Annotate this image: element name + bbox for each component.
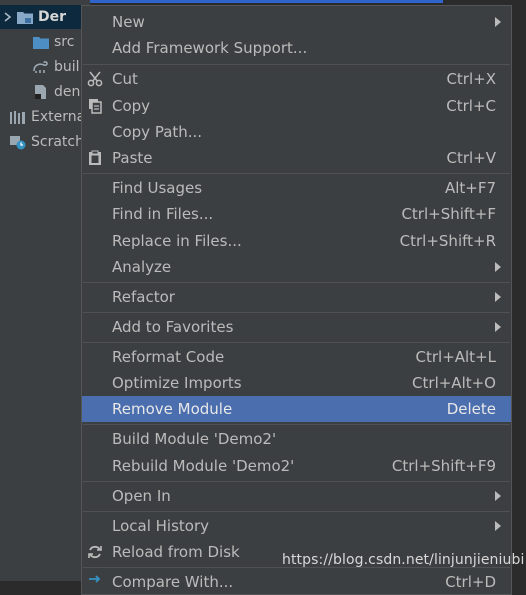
tree-item-label: buil bbox=[54, 59, 80, 75]
menu-item-label: Cut bbox=[112, 70, 138, 88]
menu-item-shortcut: Ctrl+Shift+F bbox=[401, 205, 496, 223]
menu-item-shortcut: Alt+F7 bbox=[444, 179, 496, 197]
tree-item-label: src bbox=[54, 34, 75, 50]
tree-root-node[interactable]: Der bbox=[0, 5, 90, 29]
menu-item-label: New bbox=[112, 13, 145, 31]
watermark-text: https://blog.csdn.net/linjunjieniubi bbox=[282, 552, 525, 568]
tree-item-scratches[interactable]: Scratch bbox=[9, 130, 84, 154]
tree-item-src[interactable]: src bbox=[32, 30, 74, 54]
folder-icon bbox=[32, 34, 50, 50]
module-folder-icon bbox=[16, 9, 34, 25]
menu-item-label: Reformat Code bbox=[112, 348, 225, 366]
menu-item-cut[interactable]: Cut Ctrl+X bbox=[82, 66, 511, 92]
menu-item-label: Build Module 'Demo2' bbox=[112, 430, 277, 448]
menu-item-label: Remove Module bbox=[112, 400, 233, 418]
gradle-icon bbox=[32, 59, 50, 75]
tree-root-label: Der bbox=[38, 9, 67, 25]
project-tree: Der src buil den Externa Scratch bbox=[0, 0, 90, 581]
tree-item-label: Scratch bbox=[31, 134, 84, 150]
menu-separator bbox=[83, 481, 510, 482]
menu-item-label: Find Usages bbox=[112, 179, 203, 197]
menu-item-label: Add Framework Support... bbox=[112, 39, 308, 57]
menu-item-label: Reload from Disk bbox=[112, 543, 240, 561]
menu-item-shortcut: Ctrl+V bbox=[446, 149, 496, 167]
menu-item-copy[interactable]: Copy Ctrl+C bbox=[82, 93, 511, 119]
menu-item-label: Rebuild Module 'Demo2' bbox=[112, 457, 295, 475]
menu-item-shortcut: Delete bbox=[446, 400, 496, 418]
submenu-arrow-icon bbox=[495, 262, 501, 272]
menu-item-replace-in-files[interactable]: Replace in Files... Ctrl+Shift+R bbox=[82, 228, 511, 254]
menu-item-label: Copy bbox=[112, 97, 151, 115]
menu-item-new[interactable]: New bbox=[82, 9, 511, 35]
menu-item-open-in[interactable]: Open In bbox=[82, 483, 511, 509]
menu-item-reformat-code[interactable]: Reformat Code Ctrl+Alt+L bbox=[82, 344, 511, 370]
submenu-arrow-icon bbox=[495, 292, 501, 302]
menu-item-shortcut: Ctrl+Shift+F9 bbox=[391, 457, 496, 475]
submenu-arrow-icon bbox=[495, 521, 501, 531]
context-menu: New Add Framework Support... Cut Ctrl+X … bbox=[81, 5, 512, 595]
menu-item-paste[interactable]: Paste Ctrl+V bbox=[82, 145, 511, 171]
menu-item-refactor[interactable]: Refactor bbox=[82, 284, 511, 310]
tree-item-external[interactable]: Externa bbox=[9, 105, 85, 129]
scratch-icon bbox=[9, 134, 27, 150]
menu-separator bbox=[83, 173, 510, 174]
menu-separator bbox=[83, 342, 510, 343]
menu-item-find-in-files[interactable]: Find in Files... Ctrl+Shift+F bbox=[82, 201, 511, 227]
menu-item-label: Compare With... bbox=[112, 573, 234, 591]
menu-item-compare-with[interactable]: Compare With... Ctrl+D bbox=[82, 569, 511, 595]
menu-separator bbox=[83, 424, 510, 425]
menu-item-copy-path[interactable]: Copy Path... bbox=[82, 119, 511, 145]
menu-item-label: Paste bbox=[112, 149, 153, 167]
menu-item-label: Refactor bbox=[112, 288, 175, 306]
compare-icon bbox=[87, 574, 103, 590]
menu-separator bbox=[83, 282, 510, 283]
menu-item-optimize-imports[interactable]: Optimize Imports Ctrl+Alt+O bbox=[82, 370, 511, 396]
copy-icon bbox=[87, 98, 103, 114]
submenu-arrow-icon bbox=[495, 491, 501, 501]
menu-item-analyze[interactable]: Analyze bbox=[82, 254, 511, 280]
clipboard-icon bbox=[87, 150, 103, 166]
menu-item-label: Local History bbox=[112, 517, 210, 535]
submenu-arrow-icon bbox=[495, 17, 501, 27]
menu-separator bbox=[83, 511, 510, 512]
menu-item-label: Find in Files... bbox=[112, 205, 214, 223]
tree-item-label: den bbox=[54, 84, 81, 100]
menu-item-shortcut: Ctrl+Alt+O bbox=[412, 374, 496, 392]
tree-item-label: Externa bbox=[31, 109, 86, 125]
menu-item-find-usages[interactable]: Find Usages Alt+F7 bbox=[82, 175, 511, 201]
menu-item-rebuild-module[interactable]: Rebuild Module 'Demo2' Ctrl+Shift+F9 bbox=[82, 453, 511, 479]
menu-item-local-history[interactable]: Local History bbox=[82, 513, 511, 539]
menu-item-label: Analyze bbox=[112, 258, 172, 276]
chevron-right-icon[interactable] bbox=[0, 12, 16, 22]
tree-item-build[interactable]: buil bbox=[32, 55, 80, 79]
menu-item-shortcut: Ctrl+D bbox=[445, 573, 496, 591]
menu-item-label: Add to Favorites bbox=[112, 318, 234, 336]
menu-separator bbox=[83, 312, 510, 313]
menu-item-build-module[interactable]: Build Module 'Demo2' bbox=[82, 426, 511, 452]
menu-item-label: Open In bbox=[112, 487, 171, 505]
menu-item-remove-module[interactable]: Remove Module Delete bbox=[82, 396, 511, 422]
menu-item-add-framework-support[interactable]: Add Framework Support... bbox=[82, 35, 511, 61]
menu-item-shortcut: Ctrl+X bbox=[446, 70, 496, 88]
menu-item-shortcut: Ctrl+C bbox=[446, 97, 496, 115]
menu-item-shortcut: Ctrl+Alt+L bbox=[415, 348, 497, 366]
file-icon bbox=[32, 84, 50, 100]
submenu-arrow-icon bbox=[495, 322, 501, 332]
menu-item-label: Replace in Files... bbox=[112, 232, 242, 250]
tree-item-demo[interactable]: den bbox=[32, 80, 80, 104]
menu-item-add-to-favorites[interactable]: Add to Favorites bbox=[82, 314, 511, 340]
menu-separator bbox=[83, 64, 510, 65]
scissors-icon bbox=[87, 71, 103, 87]
reload-icon bbox=[87, 544, 103, 560]
library-icon bbox=[9, 109, 27, 125]
menu-item-label: Copy Path... bbox=[112, 123, 203, 141]
menu-item-label: Optimize Imports bbox=[112, 374, 242, 392]
menu-item-shortcut: Ctrl+Shift+R bbox=[399, 232, 496, 250]
